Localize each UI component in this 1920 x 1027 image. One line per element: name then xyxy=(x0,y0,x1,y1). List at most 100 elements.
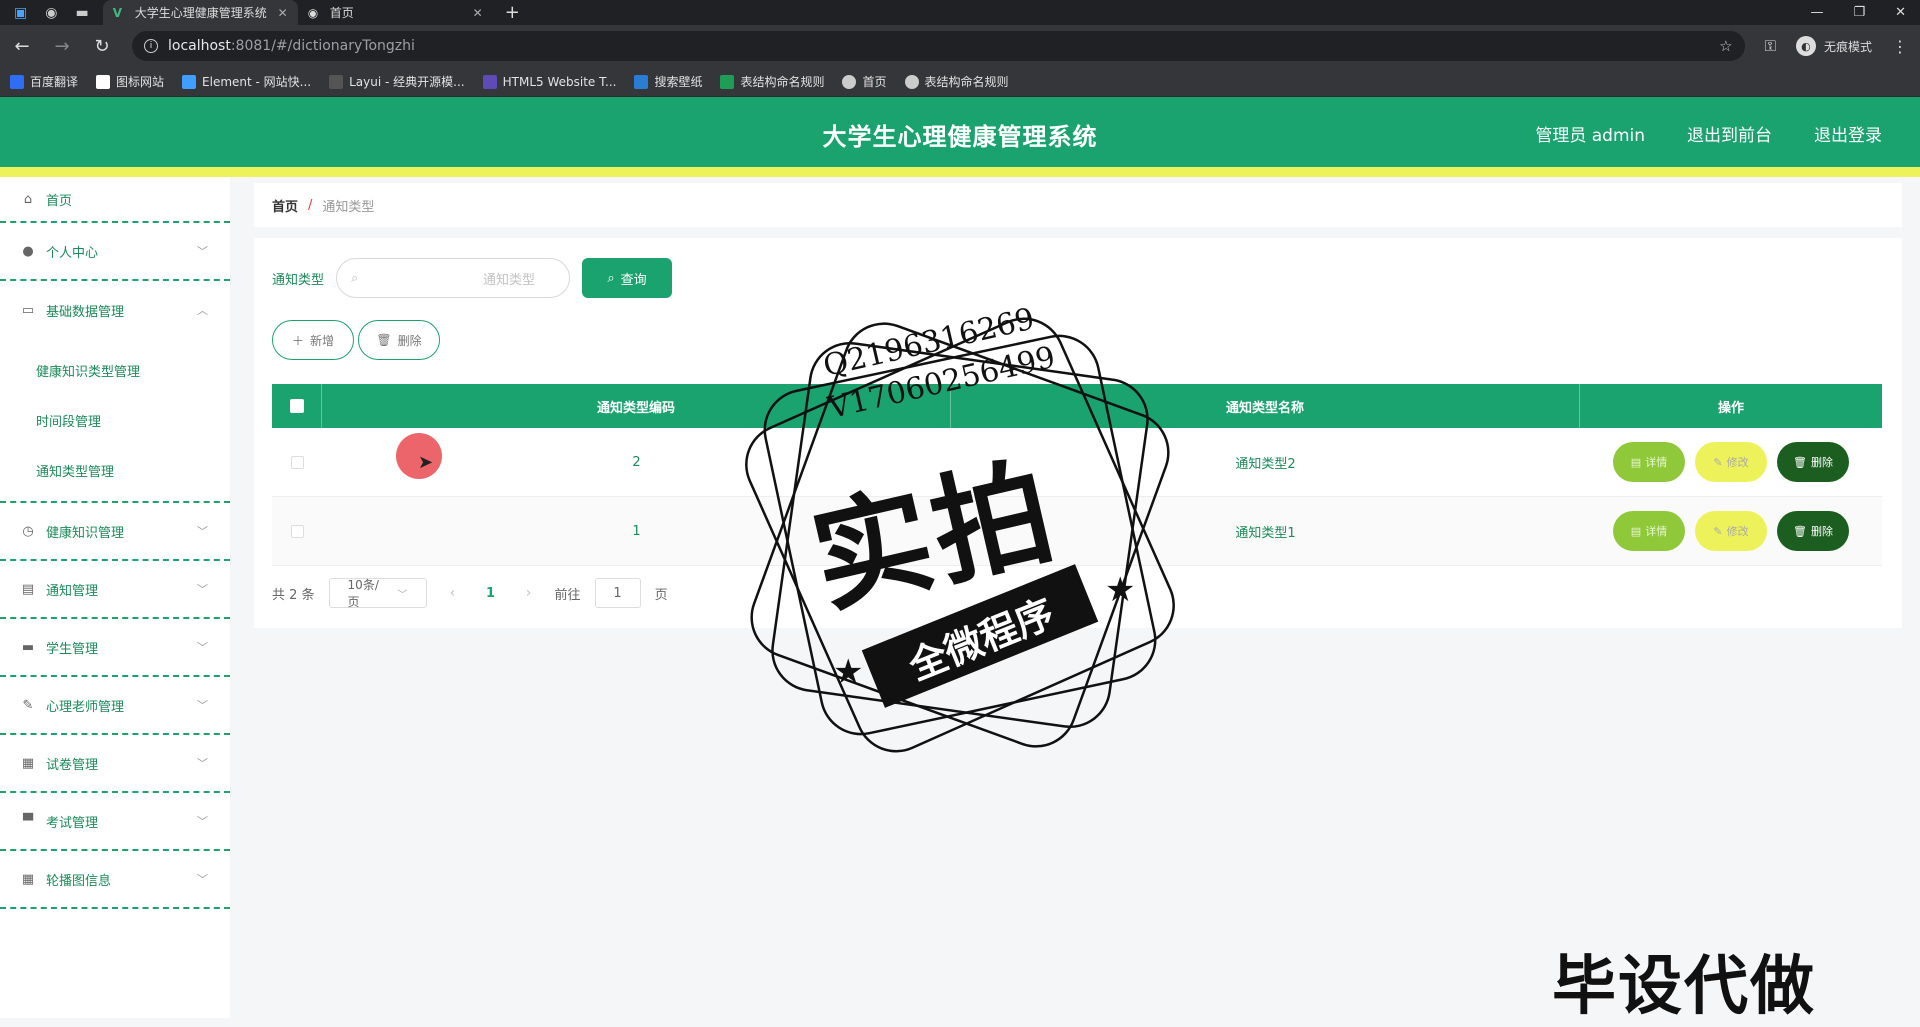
pencil-icon: ✎ xyxy=(1713,455,1723,469)
sidebar-item-carousel[interactable]: ▦ 轮播图信息 ﹀ xyxy=(0,851,230,909)
sidebar-item-base-data[interactable]: ▭ 基础数据管理 ︿ xyxy=(0,281,230,339)
search-placeholder: 通知类型 xyxy=(483,272,536,288)
chevron-down-icon: ﹀ xyxy=(397,589,408,601)
close-icon[interactable]: ✕ xyxy=(278,6,288,20)
add-button[interactable]: ＋ 新增 xyxy=(272,320,354,360)
clipboard-icon: ▦ xyxy=(21,755,35,771)
layui-icon xyxy=(329,74,344,89)
sidebar-item-home[interactable]: ⌂ 首页 xyxy=(0,177,230,223)
info-icon[interactable]: i xyxy=(144,39,158,53)
search-icon: ⌕ xyxy=(351,270,359,286)
delete-button[interactable]: 🗑 删除 xyxy=(1777,442,1849,482)
sidebar-item-teacher[interactable]: ✎ 心理老师管理 ﹀ xyxy=(0,677,230,735)
detail-button[interactable]: ▤ 详情 xyxy=(1613,511,1685,551)
goto-page-input[interactable]: 1 xyxy=(594,578,641,608)
chevron-down-icon: ﹀ xyxy=(197,525,208,538)
breadcrumb-home[interactable]: 首页 xyxy=(272,196,298,215)
close-window-icon[interactable]: ✕ xyxy=(1895,5,1906,20)
globe-icon xyxy=(904,74,919,89)
sidebar-item-profile[interactable]: ● 个人中心 ﹀ xyxy=(0,223,230,281)
key-icon[interactable]: ⚿ xyxy=(1765,37,1776,55)
page-size-select[interactable]: 10条/页 ﹀ xyxy=(328,578,427,609)
sidebar-item-notice[interactable]: ▤ 通知管理 ﹀ xyxy=(0,561,230,619)
submenu: 健康知识类型管理 时间段管理 通知类型管理 xyxy=(0,339,230,503)
app-header: 大学生心理健康管理系统 管理员 admin 退出到前台 退出登录 xyxy=(0,97,1920,167)
search-input[interactable]: ⌕ 通知类型 xyxy=(336,258,571,298)
minimize-icon[interactable]: — xyxy=(1810,5,1823,20)
breadcrumb-separator: / xyxy=(308,197,313,213)
browser-tab[interactable]: ◉ 首页 ✕ xyxy=(298,0,493,25)
sidebar-item-student[interactable]: ▬ 学生管理 ﹀ xyxy=(0,619,230,677)
chevron-down-icon: ﹀ xyxy=(197,757,208,770)
bookmark[interactable]: 百度翻译 xyxy=(10,73,78,90)
bookmark[interactable]: HTML5 Website T... xyxy=(482,74,616,89)
window-icon[interactable]: ▬ xyxy=(75,5,88,21)
edit-button[interactable]: ✎ 修改 xyxy=(1695,442,1767,482)
back-icon[interactable]: ← xyxy=(12,36,32,57)
select-all-checkbox[interactable] xyxy=(289,399,304,413)
bookmark[interactable]: Layui - 经典开源模... xyxy=(329,73,465,90)
next-page-icon[interactable]: › xyxy=(517,585,541,601)
clock-icon: ◷ xyxy=(22,523,34,539)
sidebar-item-exam[interactable]: ▀ 考试管理 ﹀ xyxy=(0,793,230,851)
mouse-cursor-icon: ➤ xyxy=(418,452,434,473)
logout-link[interactable]: 退出登录 xyxy=(1814,121,1882,146)
forward-icon[interactable]: → xyxy=(52,36,72,57)
page-number[interactable]: 1 xyxy=(479,586,503,601)
browser-tabstrip: ▣ ◉ ▬ V 大学生心理健康管理系统 ✕ ◉ 首页 ✕ + — ❐ ✕ xyxy=(0,0,1920,25)
restore-icon[interactable]: ❐ xyxy=(1853,5,1865,20)
window-controls: — ❐ ✕ xyxy=(1810,0,1920,25)
plus-icon: ＋ xyxy=(291,333,304,348)
row-checkbox[interactable] xyxy=(290,455,304,469)
wallpaper-icon xyxy=(634,74,649,89)
star-icon: ★ xyxy=(1105,570,1136,610)
exit-to-front-link[interactable]: 退出到前台 xyxy=(1687,121,1772,146)
close-icon[interactable]: ✕ xyxy=(473,6,483,20)
profile-button[interactable]: ◐ 无痕模式 xyxy=(1795,36,1872,56)
globe-icon[interactable]: ◉ xyxy=(45,5,57,21)
bilibili-icon[interactable]: ▣ xyxy=(14,5,27,21)
trash-icon: 🗑 xyxy=(1793,455,1807,469)
trash-icon: 🗑 xyxy=(1793,524,1807,538)
detail-button[interactable]: ▤ 详情 xyxy=(1613,442,1685,482)
bookmark[interactable]: 搜索壁纸 xyxy=(634,73,702,90)
query-button[interactable]: ⌕ 查询 xyxy=(582,258,673,298)
bookmark[interactable]: 表结构命名规则 xyxy=(720,73,824,90)
pencil-icon: ✎ xyxy=(1713,524,1723,538)
new-tab-button[interactable]: + xyxy=(493,0,532,25)
star-icon[interactable]: ☆ xyxy=(1719,37,1732,55)
menu-dots-icon[interactable]: ⋮ xyxy=(1892,37,1908,56)
reload-icon[interactable]: ↻ xyxy=(92,36,112,57)
edit-button[interactable]: ✎ 修改 xyxy=(1695,511,1767,551)
sheet-icon xyxy=(720,74,735,89)
globe-icon xyxy=(842,74,857,89)
browser-tab-active[interactable]: V 大学生心理健康管理系统 ✕ xyxy=(102,0,298,25)
sidebar-item-paper[interactable]: ▦ 试卷管理 ﹀ xyxy=(0,735,230,793)
url-field[interactable]: i localhost:8081/#/dictionaryTongzhi ☆ xyxy=(132,31,1745,61)
admin-user-label[interactable]: 管理员 admin xyxy=(1535,121,1645,146)
translate-icon xyxy=(10,74,24,89)
delete-button[interactable]: 🗑 删除 xyxy=(1777,511,1849,551)
sidebar-subitem-time-slot[interactable]: 时间段管理 xyxy=(0,395,230,445)
batch-delete-button[interactable]: 🗑 删除 xyxy=(358,320,440,360)
bookmark[interactable]: Element - 网站快... xyxy=(182,73,311,90)
message-icon: ▬ xyxy=(21,639,35,655)
bookmark[interactable]: 表结构命名规则 xyxy=(904,73,1009,90)
user-icon: ● xyxy=(22,243,34,259)
prev-page-icon[interactable]: ‹ xyxy=(441,585,465,601)
bookmark[interactable]: 首页 xyxy=(842,73,887,90)
sidebar-subitem-notice-type[interactable]: 通知类型管理 xyxy=(0,445,230,495)
search-row: 通知类型 ⌕ 通知类型 ⌕ 查询 xyxy=(272,258,673,298)
sidebar-subitem-knowledge-type[interactable]: 健康知识类型管理 xyxy=(0,345,230,395)
bank-icon: ▤ xyxy=(21,581,35,597)
sidebar-item-knowledge[interactable]: ◷ 健康知识管理 ﹀ xyxy=(0,503,230,561)
cell-actions: ▤ 详情 ✎ 修改 🗑 删除 xyxy=(1580,428,1882,496)
search-label: 通知类型 xyxy=(272,272,325,288)
tab-title: 大学生心理健康管理系统 xyxy=(134,6,267,20)
chevron-down-icon: ﹀ xyxy=(197,699,208,712)
header-accent-strip xyxy=(0,167,1920,177)
vue-icon: V xyxy=(112,5,122,20)
bookmark[interactable]: 图标网站 xyxy=(96,73,164,90)
monitor-icon: ▀ xyxy=(23,813,33,829)
row-checkbox[interactable] xyxy=(290,524,304,538)
